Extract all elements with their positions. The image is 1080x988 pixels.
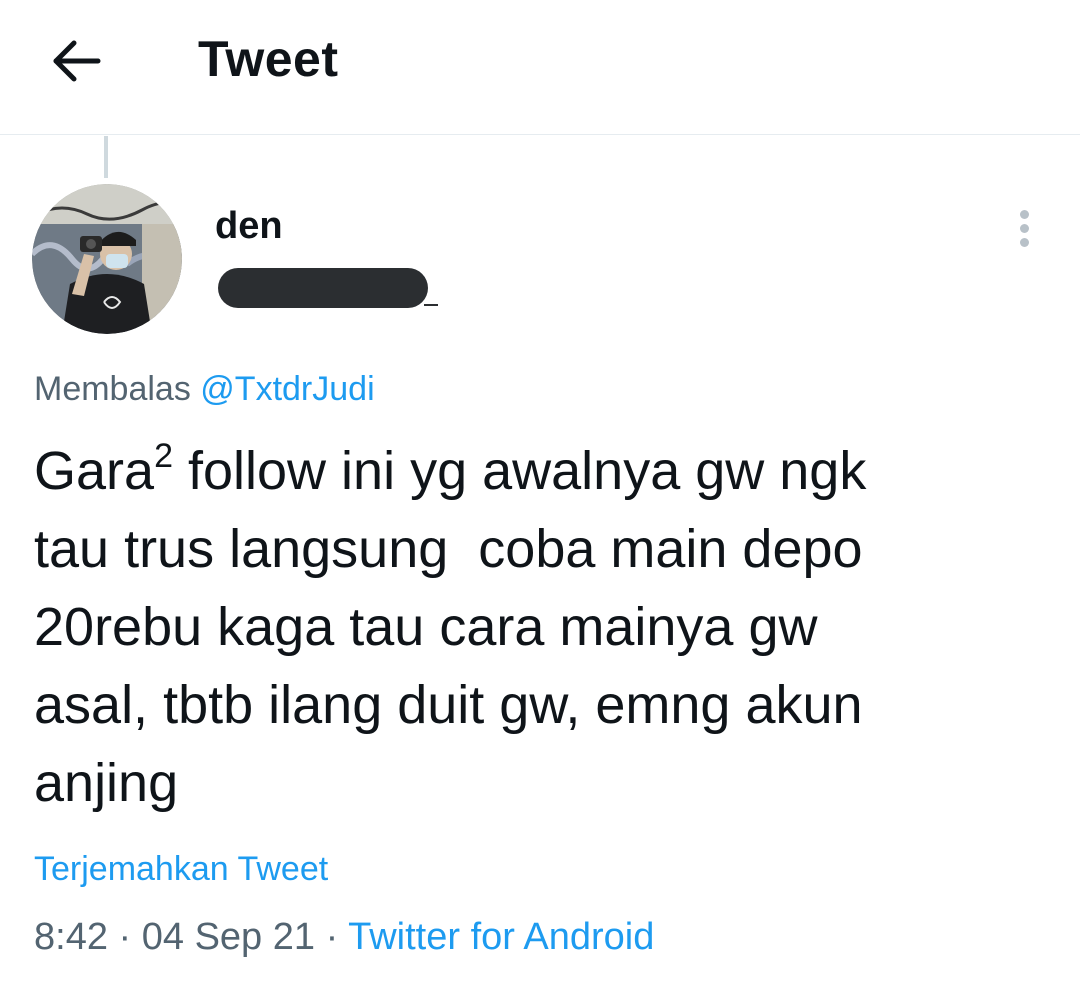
- page-title: Tweet: [198, 31, 339, 87]
- back-button[interactable]: [48, 36, 104, 86]
- replying-to: Membalas @TxtdrJudi: [34, 370, 375, 409]
- author-display-name[interactable]: den: [215, 205, 283, 248]
- top-app-bar: Tweet: [0, 0, 1080, 135]
- tweet-metadata: 8:42 · 04 Sep 21 · Twitter for Android: [34, 916, 654, 959]
- avatar[interactable]: [32, 184, 182, 334]
- tweet-text: Gara2 follow ini yg awalnya gw ngk tau t…: [34, 432, 1044, 822]
- meta-separator: ·: [107, 916, 142, 958]
- tweet-time: 8:42: [34, 916, 108, 958]
- arrow-left-icon: [53, 40, 101, 82]
- reply-handle-link[interactable]: @TxtdrJudi: [200, 370, 374, 408]
- tweet-text-start: Gara: [34, 441, 155, 501]
- redaction-mark: [424, 304, 438, 306]
- user-avatar-photo: [32, 184, 182, 334]
- thread-connector-line: [104, 136, 108, 178]
- more-options-button[interactable]: [1008, 206, 1042, 250]
- vertical-dots-icon: [1020, 210, 1029, 219]
- meta-separator-2: ·: [315, 916, 349, 958]
- translate-tweet-link[interactable]: Terjemahkan Tweet: [34, 850, 328, 889]
- reply-prefix: Membalas: [34, 370, 191, 408]
- tweet-source-link[interactable]: Twitter for Android: [348, 916, 654, 958]
- tweet-text-rest: follow ini yg awalnya gw ngk tau trus la…: [34, 441, 867, 813]
- redacted-username: [218, 268, 428, 308]
- tweet-date: 04 Sep 21: [141, 916, 316, 958]
- tweet-text-superscript: 2: [154, 437, 173, 475]
